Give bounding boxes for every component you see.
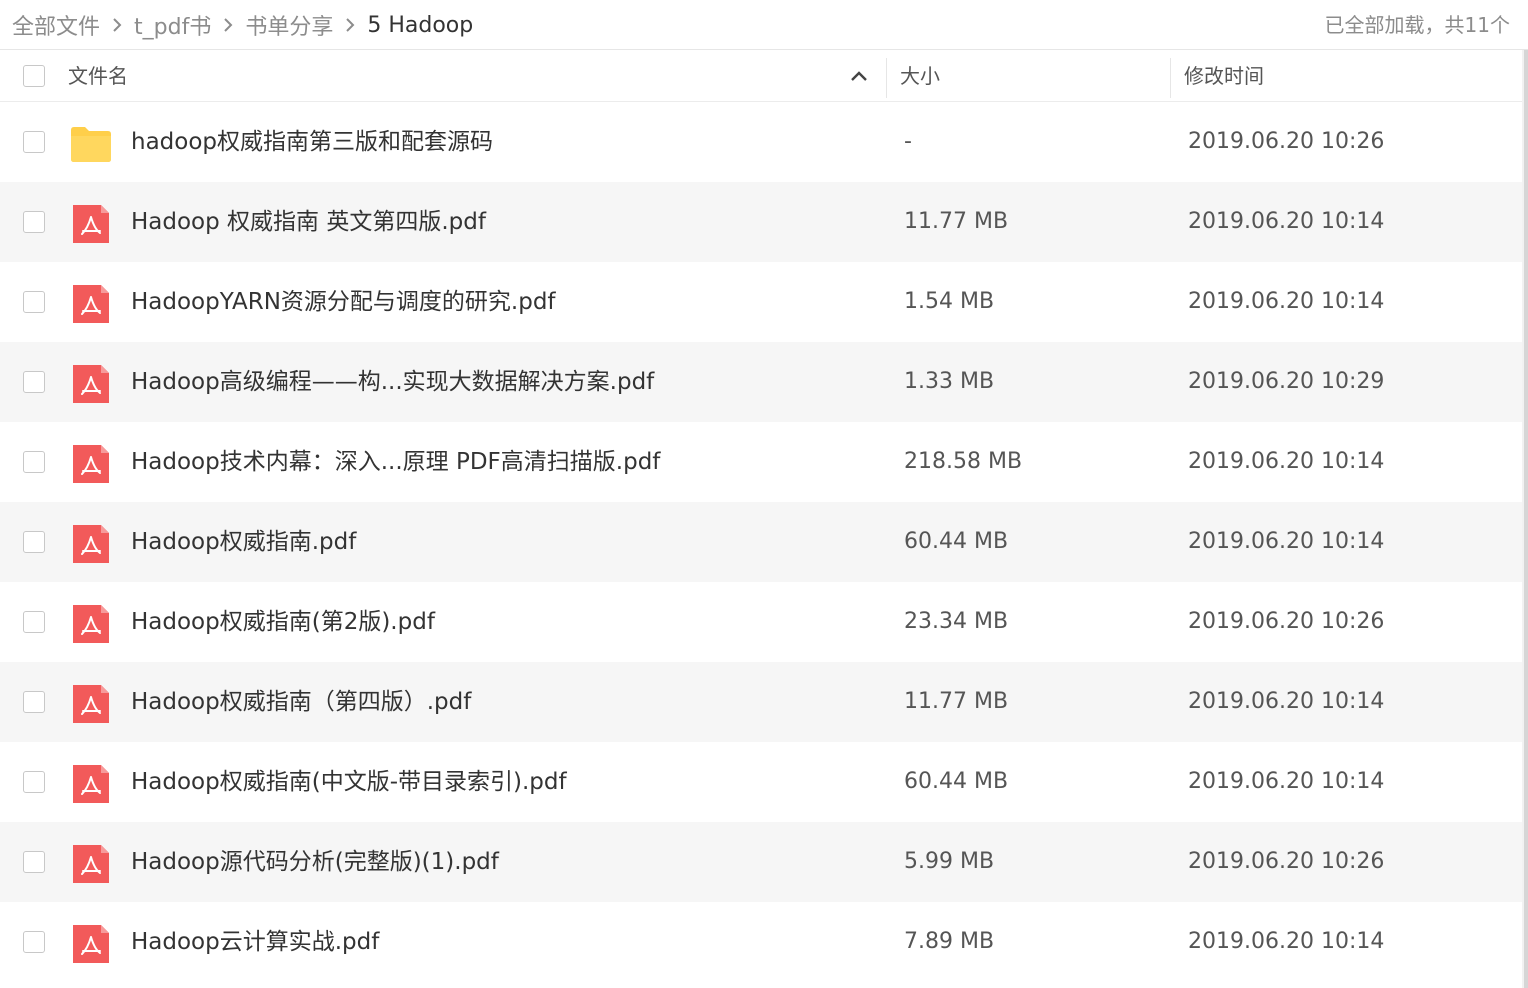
file-size: 1.54 MB	[904, 289, 995, 314]
table-row[interactable]: Hadoop权威指南(第2版).pdf 23.34 MB 2019.06.20 …	[0, 582, 1522, 662]
top-bar: 全部文件 t_pdf书 书单分享 5 Hadoop 已全部加载，共11个	[0, 0, 1528, 50]
file-size: 11.77 MB	[904, 689, 1009, 714]
file-name[interactable]: Hadoop源代码分析(完整版)(1).pdf	[131, 822, 499, 902]
row-checkbox[interactable]	[23, 691, 45, 713]
file-modified-time: 2019.06.20 10:14	[1188, 209, 1385, 234]
file-name[interactable]: Hadoop权威指南(中文版-带目录索引).pdf	[131, 742, 567, 822]
scrollbar-thumb[interactable]	[1524, 50, 1528, 988]
row-checkbox[interactable]	[23, 611, 45, 633]
table-row[interactable]: hadoop权威指南第三版和配套源码 - 2019.06.20 10:26	[0, 102, 1522, 182]
column-divider	[1170, 58, 1171, 98]
row-checkbox[interactable]	[23, 451, 45, 473]
row-checkbox[interactable]	[23, 291, 45, 313]
file-modified-time: 2019.06.20 10:29	[1188, 369, 1385, 394]
file-name[interactable]: hadoop权威指南第三版和配套源码	[131, 102, 493, 182]
file-name[interactable]: Hadoop权威指南.pdf	[131, 502, 356, 582]
breadcrumb-item-current: 5 Hadoop	[367, 12, 474, 38]
pdf-file-icon	[73, 605, 109, 643]
file-name[interactable]: Hadoop权威指南（第四版）.pdf	[131, 662, 471, 742]
table-row[interactable]: Hadoop高级编程——构...实现大数据解决方案.pdf 1.33 MB 20…	[0, 342, 1522, 422]
breadcrumb-item-t-pdf[interactable]: t_pdf书	[134, 9, 211, 41]
row-checkbox[interactable]	[23, 211, 45, 233]
row-checkbox[interactable]	[23, 931, 45, 953]
file-modified-time: 2019.06.20 10:14	[1188, 449, 1385, 474]
file-size: 218.58 MB	[904, 449, 1023, 474]
file-size: 60.44 MB	[904, 769, 1009, 794]
pdf-file-icon	[73, 445, 109, 483]
table-row[interactable]: Hadoop技术内幕：深入...原理 PDF高清扫描版.pdf 218.58 M…	[0, 422, 1522, 502]
table-row[interactable]: Hadoop云计算实战.pdf 7.89 MB 2019.06.20 10:14	[0, 902, 1522, 982]
table-row[interactable]: Hadoop权威指南(中文版-带目录索引).pdf 60.44 MB 2019.…	[0, 742, 1522, 822]
table-header: 文件名 大小 修改时间	[0, 50, 1522, 102]
file-modified-time: 2019.06.20 10:14	[1188, 769, 1385, 794]
folder-icon	[71, 127, 111, 162]
chevron-right-icon	[211, 0, 245, 50]
pdf-file-icon	[73, 525, 109, 563]
pdf-file-icon	[73, 285, 109, 323]
row-checkbox[interactable]	[23, 531, 45, 553]
file-size: 60.44 MB	[904, 529, 1009, 554]
table-row[interactable]: Hadoop源代码分析(完整版)(1).pdf 5.99 MB 2019.06.…	[0, 822, 1522, 902]
column-header-modified[interactable]: 修改时间	[1184, 50, 1264, 102]
file-size: 7.89 MB	[904, 929, 995, 954]
row-checkbox[interactable]	[23, 131, 45, 153]
file-list: hadoop权威指南第三版和配套源码 - 2019.06.20 10:26 Ha…	[0, 102, 1522, 982]
pdf-file-icon	[73, 365, 109, 403]
file-name[interactable]: HadoopYARN资源分配与调度的研究.pdf	[131, 262, 556, 342]
file-modified-time: 2019.06.20 10:14	[1188, 929, 1385, 954]
table-row[interactable]: Hadoop 权威指南 英文第四版.pdf 11.77 MB 2019.06.2…	[0, 182, 1522, 262]
file-name[interactable]: Hadoop权威指南(第2版).pdf	[131, 582, 435, 662]
file-size: 11.77 MB	[904, 209, 1009, 234]
pdf-file-icon	[73, 685, 109, 723]
chevron-right-icon	[100, 0, 134, 50]
breadcrumb: 全部文件 t_pdf书 书单分享 5 Hadoop	[12, 0, 473, 50]
file-modified-time: 2019.06.20 10:26	[1188, 849, 1385, 874]
file-name[interactable]: Hadoop云计算实战.pdf	[131, 902, 379, 982]
pdf-file-icon	[73, 765, 109, 803]
file-size: -	[904, 129, 912, 154]
row-checkbox[interactable]	[23, 851, 45, 873]
file-name[interactable]: Hadoop 权威指南 英文第四版.pdf	[131, 182, 486, 262]
column-header-size[interactable]: 大小	[900, 50, 940, 102]
file-size: 1.33 MB	[904, 369, 995, 394]
row-checkbox[interactable]	[23, 371, 45, 393]
file-name[interactable]: Hadoop高级编程——构...实现大数据解决方案.pdf	[131, 342, 654, 422]
breadcrumb-item-book-share[interactable]: 书单分享	[245, 9, 333, 41]
chevron-up-icon[interactable]	[849, 68, 869, 84]
file-size: 23.34 MB	[904, 609, 1009, 634]
file-size: 5.99 MB	[904, 849, 995, 874]
file-modified-time: 2019.06.20 10:26	[1188, 129, 1385, 154]
chevron-right-icon	[333, 0, 367, 50]
load-status-text: 已全部加载，共11个	[1324, 13, 1510, 37]
file-modified-time: 2019.06.20 10:14	[1188, 689, 1385, 714]
file-modified-time: 2019.06.20 10:14	[1188, 529, 1385, 554]
pdf-file-icon	[73, 845, 109, 883]
column-header-name[interactable]: 文件名	[68, 50, 128, 102]
file-name[interactable]: Hadoop技术内幕：深入...原理 PDF高清扫描版.pdf	[131, 422, 660, 502]
table-row[interactable]: HadoopYARN资源分配与调度的研究.pdf 1.54 MB 2019.06…	[0, 262, 1522, 342]
file-modified-time: 2019.06.20 10:26	[1188, 609, 1385, 634]
row-checkbox[interactable]	[23, 771, 45, 793]
select-all-checkbox[interactable]	[23, 65, 45, 87]
breadcrumb-item-all-files[interactable]: 全部文件	[12, 9, 100, 41]
column-divider	[886, 58, 887, 98]
pdf-file-icon	[73, 205, 109, 243]
file-modified-time: 2019.06.20 10:14	[1188, 289, 1385, 314]
table-row[interactable]: Hadoop权威指南.pdf 60.44 MB 2019.06.20 10:14	[0, 502, 1522, 582]
table-row[interactable]: Hadoop权威指南（第四版）.pdf 11.77 MB 2019.06.20 …	[0, 662, 1522, 742]
pdf-file-icon	[73, 925, 109, 963]
